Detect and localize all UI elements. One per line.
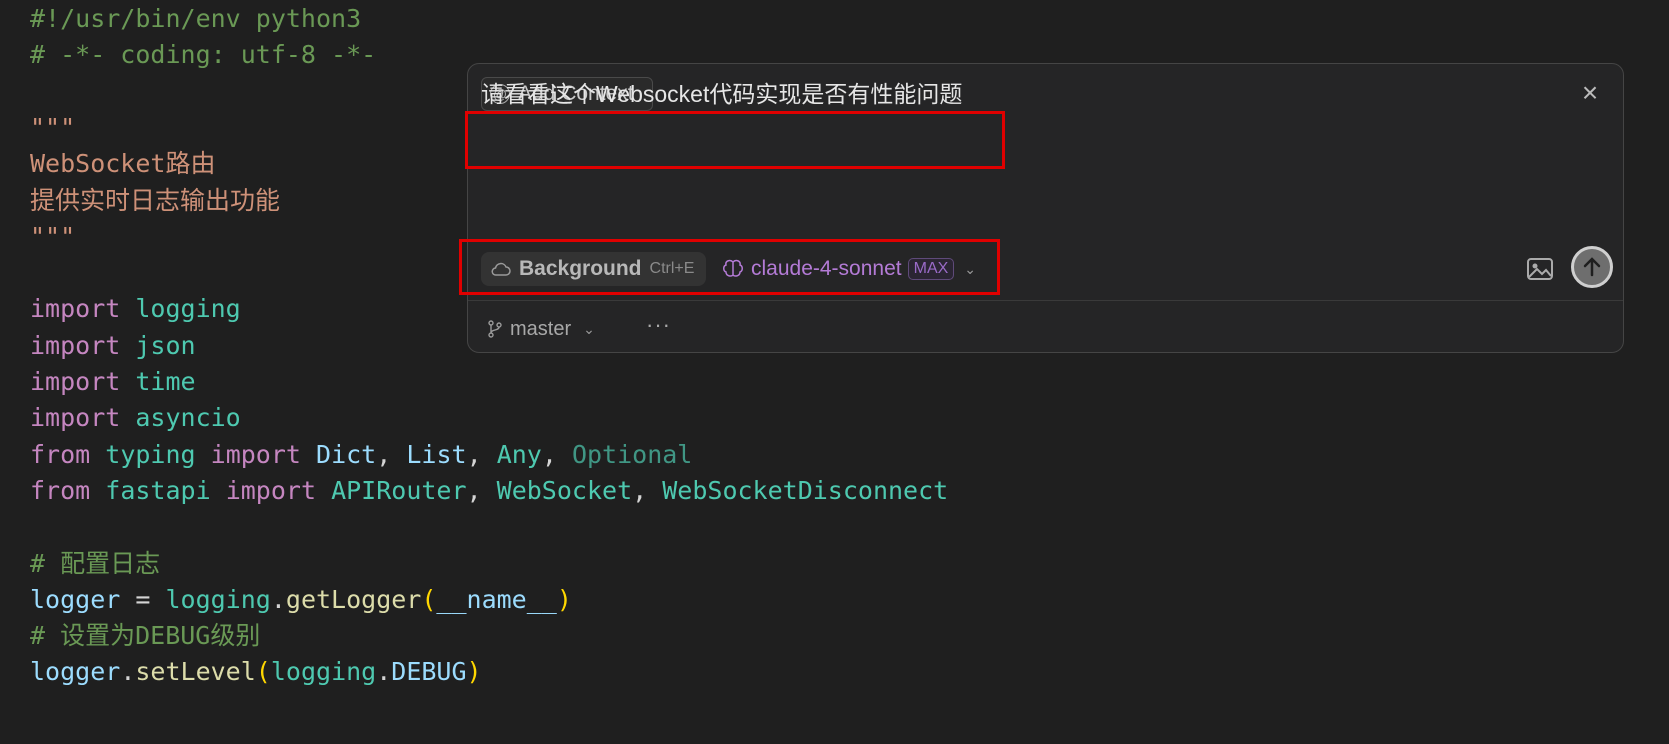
code-line: # 配置日志 <box>30 545 160 583</box>
code-token: from <box>30 475 91 505</box>
code-line: #!/usr/bin/env python3 <box>30 0 361 38</box>
max-badge: MAX <box>907 258 955 280</box>
code-token: , <box>632 475 663 505</box>
code-token: APIRouter <box>331 475 467 505</box>
code-token: import <box>30 330 121 360</box>
code-token: import <box>30 294 121 324</box>
code-line: import logging <box>30 290 241 328</box>
code-token: logger <box>30 584 121 614</box>
code-line: """ <box>30 109 75 147</box>
code-token: , <box>376 439 407 469</box>
code-token: json <box>135 330 196 360</box>
code-token: asyncio <box>135 403 241 433</box>
cloud-icon <box>491 262 511 276</box>
background-label: Background <box>519 257 642 280</box>
code-token: Optional <box>571 439 693 469</box>
code-line: 提供实时日志输出功能 <box>30 182 280 220</box>
code-token: __name__ <box>436 584 557 614</box>
code-line: logger.setLevel(logging.DEBUG) <box>30 653 482 691</box>
code-token: . <box>376 657 392 687</box>
code-token: logging <box>270 657 377 687</box>
code-token: # -*- coding: utf-8 -*- <box>30 40 377 70</box>
arrow-up-icon <box>1583 257 1601 277</box>
code-token: """ <box>30 112 76 142</box>
code-token: import <box>30 367 121 396</box>
code-token: logging <box>165 584 271 614</box>
code-token: time <box>135 367 196 396</box>
code-token: # 设置为DEBUG级别 <box>30 621 261 651</box>
code-line: from typing import Dict, List, Any, Opti… <box>30 436 692 474</box>
background-toggle-button[interactable]: Background Ctrl+E <box>481 252 706 286</box>
close-icon[interactable]: × <box>1575 78 1605 108</box>
code-token: Any <box>496 439 542 469</box>
code-line: # -*- coding: utf-8 -*- <box>30 36 376 74</box>
code-token: import <box>30 403 121 433</box>
code-line: import json <box>30 327 196 365</box>
code-token: getLogger <box>285 584 422 614</box>
image-icon[interactable] <box>1527 258 1553 280</box>
git-branch-icon <box>488 320 502 338</box>
code-token: List <box>406 439 467 469</box>
code-token: . <box>270 584 286 614</box>
code-token: # 配置日志 <box>30 548 161 578</box>
divider <box>468 300 1623 301</box>
code-line: logger = logging.getLogger(__name__) <box>30 581 572 619</box>
code-token: typing <box>105 439 196 469</box>
code-line: import time <box>30 363 196 401</box>
prompt-input[interactable]: 请看看这个Websocket代码实现是否有性能问题 <box>481 75 962 109</box>
code-line: # 设置为DEBUG级别 <box>30 617 260 655</box>
branch-selector[interactable]: master ⌄ <box>488 312 595 346</box>
code-line: import asyncio <box>30 399 241 437</box>
code-token: = <box>120 584 166 614</box>
code-token: , <box>466 475 497 505</box>
code-token: WebSocket路由 <box>30 149 216 179</box>
code-token: ( <box>255 657 271 687</box>
code-token: from <box>30 439 91 469</box>
model-name: claude-4-sonnet <box>751 257 902 280</box>
code-token: import <box>225 475 317 505</box>
code-line: WebSocket路由 <box>30 145 215 183</box>
model-selector[interactable]: claude-4-sonnet MAX ⌄ <box>721 252 976 286</box>
code-token: ( <box>421 584 437 614</box>
chat-input-panel: @ Add Context × 请看看这个Websocket代码实现是否有性能问… <box>459 63 1624 353</box>
code-token: . <box>120 657 136 687</box>
code-token: logger <box>30 657 121 687</box>
code-token: import <box>210 439 301 469</box>
brain-icon <box>723 259 743 277</box>
prompt-highlight-box <box>465 111 1005 169</box>
code-token: Dict <box>316 439 377 469</box>
code-token: ) <box>556 584 572 614</box>
code-token: """ <box>30 221 76 251</box>
code-token: #!/usr/bin/env python3 <box>30 4 362 33</box>
branch-name: master <box>510 317 572 340</box>
code-token: fastapi <box>105 475 211 505</box>
code-token: DEBUG <box>391 657 467 687</box>
code-token: 提供实时日志输出功能 <box>30 185 281 215</box>
code-line: """ <box>30 218 75 256</box>
code-token: WebSocket <box>496 475 633 505</box>
send-button[interactable] <box>1571 246 1613 288</box>
code-token: logging <box>135 294 241 324</box>
code-token: ) <box>466 657 482 687</box>
code-token: , <box>466 439 497 469</box>
code-token: , <box>541 439 572 469</box>
code-token: setLevel <box>135 657 256 687</box>
chevron-down-icon: ⌄ <box>964 260 977 277</box>
background-shortcut: Ctrl+E <box>649 260 695 277</box>
code-token: WebSocketDisconnect <box>662 475 949 505</box>
code-line: from fastapi import APIRouter, WebSocket… <box>30 472 948 510</box>
more-options-button[interactable]: ··· <box>646 310 671 344</box>
chevron-down-icon: ⌄ <box>583 320 595 337</box>
